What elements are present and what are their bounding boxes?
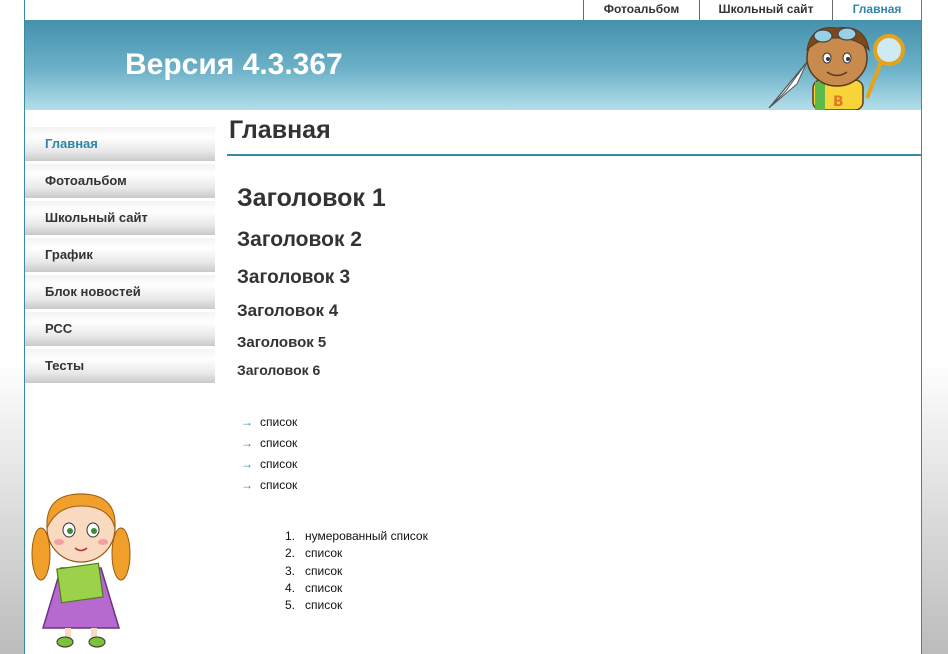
- list-item: 3. список: [285, 563, 343, 578]
- topnav-home[interactable]: Главная: [832, 0, 921, 20]
- heading-4: Заголовок 4: [237, 301, 339, 320]
- list-item: → список: [241, 454, 297, 475]
- sidebar-item-rss[interactable]: РСС: [25, 312, 215, 346]
- mascot-letter: B: [833, 94, 844, 110]
- page-title: Главная: [227, 116, 921, 156]
- list-item: → список: [241, 412, 297, 433]
- sidebar-item-news[interactable]: Блок новостей: [25, 275, 215, 309]
- sidebar-item-schedule[interactable]: График: [25, 238, 215, 272]
- topnav-school-site[interactable]: Школьный сайт: [699, 0, 832, 20]
- numbered-list: 1. нумерованный список 2. список 3. список …: [285, 528, 428, 614]
- list-item: 2. список: [285, 546, 343, 561]
- arrow-right-icon: →: [241, 457, 253, 471]
- top-nav: Фотоальбом Школьный сайт Главная: [583, 0, 921, 20]
- sidebar-item-photoalbum[interactable]: Фотоальбом: [25, 164, 215, 198]
- boy-mascot-icon: B: [768, 26, 905, 110]
- list-item: 5. список: [285, 598, 343, 613]
- arrow-right-icon: →: [241, 436, 253, 450]
- heading-1: Заголовок 1: [237, 184, 386, 212]
- header-banner: Версия 4.3.367 B: [25, 20, 921, 110]
- arrow-right-icon: →: [241, 478, 253, 492]
- page-wrapper: Фотоальбом Школьный сайт Главная Версия …: [24, 0, 922, 654]
- sidebar-item-home[interactable]: Главная: [25, 127, 215, 161]
- site-title: Версия 4.3.367: [125, 48, 343, 81]
- list-item: → список: [241, 475, 297, 496]
- heading-2: Заголовок 2: [237, 228, 362, 251]
- sidebar-menu: Главная Фотоальбом Школьный сайт График …: [25, 127, 215, 386]
- heading-3: Заголовок 3: [237, 267, 351, 288]
- heading-5: Заголовок 5: [237, 334, 327, 351]
- heading-6: Заголовок 6: [237, 362, 321, 378]
- list-item: 1. нумерованный список: [285, 529, 428, 543]
- sidebar-item-tests[interactable]: Тесты: [25, 349, 215, 383]
- list-item: → список: [241, 433, 297, 454]
- list-item: 4. список: [285, 580, 343, 595]
- girl-mascot-icon: [31, 493, 131, 648]
- sidebar-item-school-site[interactable]: Школьный сайт: [25, 201, 215, 235]
- bullet-list: → список → список → список → список: [241, 412, 297, 496]
- topnav-photoalbum[interactable]: Фотоальбом: [583, 0, 699, 20]
- arrow-right-icon: →: [241, 415, 253, 429]
